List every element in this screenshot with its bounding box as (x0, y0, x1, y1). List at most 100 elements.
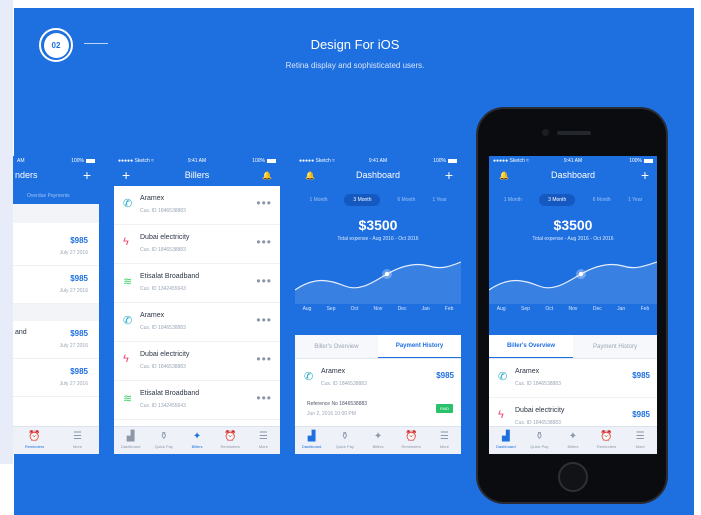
list-item[interactable]: and $985 July 27 2016 (13, 321, 99, 359)
tab-quick-pay[interactable]: ⚱ Quick Pay (147, 427, 180, 454)
phone-dashboard-screen: ●●●●● Sketch ≈9:41 AM 100% 🔔 Dashboard + 1 … (489, 156, 657, 454)
nav-title: nders (15, 170, 38, 180)
phone-icon: ✆ (304, 371, 314, 383)
wifi-icon: ≋ (123, 276, 133, 288)
tab-reminders[interactable]: ⏰ Reminders (590, 427, 624, 454)
menu-icon: ☰ (635, 431, 645, 442)
tab-billers-overview[interactable]: Biller's Overview (489, 335, 573, 358)
tab-payment-history[interactable]: Payment History (378, 335, 461, 358)
more-options-icon[interactable]: ••• (256, 391, 272, 405)
month-strip: Aug Sep Oct Nov Dec Jan Feb (489, 304, 657, 335)
tab-reminders[interactable]: ⏰ Reminders (13, 427, 56, 454)
period-tabs: 1 Month 3 Month 6 Month 1 Year (489, 186, 657, 206)
month-label: Dec (397, 306, 407, 312)
tab-billers[interactable]: ✦ Billers (180, 427, 213, 454)
more-options-icon[interactable]: ••• (256, 235, 272, 249)
more-options-icon[interactable]: ••• (256, 352, 272, 366)
tab-bar: ▟ Dashboard ⚱ Quick Pay ✦ Billers ⏰ Reminders ☰ M… (114, 426, 280, 454)
month-label: Sep (326, 306, 336, 312)
tab-billers-overview[interactable]: Biller's Overview (295, 335, 378, 358)
history-item[interactable]: ✆ Aramex Cus. ID 1846538883 $985 (295, 359, 461, 398)
month-label: Sep (521, 306, 530, 312)
tab-more[interactable]: ☰ More (428, 427, 461, 454)
phone-icon: ✆ (498, 371, 508, 383)
tab-reminders[interactable]: ⏰ Reminders (214, 427, 247, 454)
menu-icon: ☰ (258, 431, 268, 442)
add-icon[interactable]: + (641, 167, 649, 183)
bell-icon[interactable]: 🔔 (262, 171, 272, 180)
list-item[interactable]: $985 July 27 2016 (13, 266, 99, 304)
month-label: Dec (592, 306, 602, 312)
badge-divider (84, 43, 108, 44)
tab-1-month[interactable]: 1 Month (309, 197, 327, 203)
month-strip: Aug Sep Oct Nov Dec Jan Feb (295, 304, 461, 335)
tab-1-year[interactable]: 1 Year (628, 197, 642, 203)
clock-icon: ⏰ (404, 431, 418, 442)
add-icon[interactable]: + (83, 167, 91, 183)
tab-quick-pay[interactable]: ⚱ Quick Pay (328, 427, 361, 454)
tab-6-month[interactable]: 6 Month (593, 197, 611, 203)
month-label: Oct (545, 306, 554, 312)
tab-more[interactable]: ☰ More (247, 427, 280, 454)
tab-3-month[interactable]: 3 Month (539, 194, 576, 206)
status-bar: ●●●●● Sketch ≈9:41 AM 100% (295, 156, 461, 166)
add-icon[interactable]: + (445, 167, 453, 183)
page-title: Design For iOS (310, 37, 400, 52)
tab-3-month[interactable]: 3 Month (344, 194, 381, 206)
tab-1-year[interactable]: 1 Year (432, 197, 446, 203)
list-item[interactable]: $985 July 27 2016 (13, 359, 99, 397)
phone-icon: ✆ (123, 198, 133, 210)
status-bar: ●●●●● Sketch ≈9:41 AM 100% (114, 156, 280, 166)
menu-icon: ☰ (73, 431, 82, 442)
more-options-icon[interactable]: ••• (256, 196, 272, 210)
month-label: Oct (350, 306, 359, 312)
clock-icon: ⏰ (223, 431, 237, 442)
tab-more[interactable]: ☰ More (56, 427, 99, 454)
biller-item[interactable]: ≋ Etisalat Broadband Cus. ID 1342455643 ••• (114, 381, 280, 420)
month-label: Jan (617, 306, 626, 312)
tab-bar: ⏰ Reminders ☰ More (13, 426, 99, 454)
month-label: Feb (640, 306, 650, 312)
tab-billers[interactable]: ✦ Billers (556, 427, 590, 454)
people-icon: ✦ (373, 431, 383, 442)
tab-dashboard[interactable]: ▟ Dashboard (114, 427, 147, 454)
nav-bar: nders + (13, 166, 99, 186)
tab-quick-pay[interactable]: ⚱ Quick Pay (523, 427, 557, 454)
month-label: Aug (302, 306, 312, 312)
dashboard-header: 🔔 Dashboard + 1 Month 3 Month 6 Month 1 Ye… (295, 166, 461, 308)
overdue-tab[interactable]: Overdue Payments (13, 186, 99, 204)
menu-icon: ☰ (439, 431, 449, 442)
biller-item[interactable]: ✆ Aramex Cus. ID 1846538883 $985 (489, 359, 657, 398)
biller-item[interactable]: ✆ Aramex Cus. ID 1846538883 ••• (114, 303, 280, 342)
tab-payment-history[interactable]: Payment History (573, 335, 657, 358)
people-icon: ✦ (192, 431, 202, 442)
more-options-icon[interactable]: ••• (256, 274, 272, 288)
tab-reminders[interactable]: ⏰ Reminders (395, 427, 428, 454)
more-options-icon[interactable]: ••• (256, 313, 272, 327)
nav-bar: + Billers 🔔 (114, 166, 280, 186)
tab-dashboard[interactable]: ▟ Dashboard (489, 427, 523, 454)
tab-billers[interactable]: ✦ Billers (361, 427, 394, 454)
tab-6-month[interactable]: 6 Month (397, 197, 415, 203)
biller-item[interactable]: ϟ Dubai electricity Cus. ID 1846538883 ••• (114, 225, 280, 264)
reminders-screen: AM 100% nders + Overdue Payments $985 July … (13, 156, 99, 454)
expense-range: Total expense - Aug 2016 - Oct 2016 (337, 236, 419, 242)
tab-dashboard[interactable]: ▟ Dashboard (295, 427, 328, 454)
tab-bar: ▟ Dashboard ⚱ Quick Pay ✦ Billers ⏰ Reminders ☰ M… (295, 426, 461, 454)
tab-1-month[interactable]: 1 Month (504, 197, 522, 203)
bag-icon: ⚱ (535, 431, 544, 442)
list-item[interactable]: $985 July 27 2016 (13, 228, 99, 266)
tab-more[interactable]: ☰ More (623, 427, 657, 454)
paid-badge: PAID (435, 404, 453, 413)
lightning-icon: ϟ (498, 409, 504, 421)
month-label: Jan (421, 306, 430, 312)
home-button[interactable] (558, 462, 588, 492)
biller-item[interactable]: ✆ Aramex Cus. ID 1846538883 ••• (114, 186, 280, 225)
chart-icon: ▟ (126, 431, 135, 442)
wifi-icon: ≋ (123, 393, 133, 405)
badge-number: 02 (43, 32, 69, 58)
biller-item[interactable]: ≋ Etisalat Broadband Cus. ID 1342455643 ••• (114, 264, 280, 303)
segmented-control: Biller's Overview Payment History (295, 335, 461, 359)
biller-item[interactable]: ϟ Dubai electricity Cus. ID 1846538883 ••• (114, 342, 280, 381)
chart-icon: ▟ (307, 431, 316, 442)
